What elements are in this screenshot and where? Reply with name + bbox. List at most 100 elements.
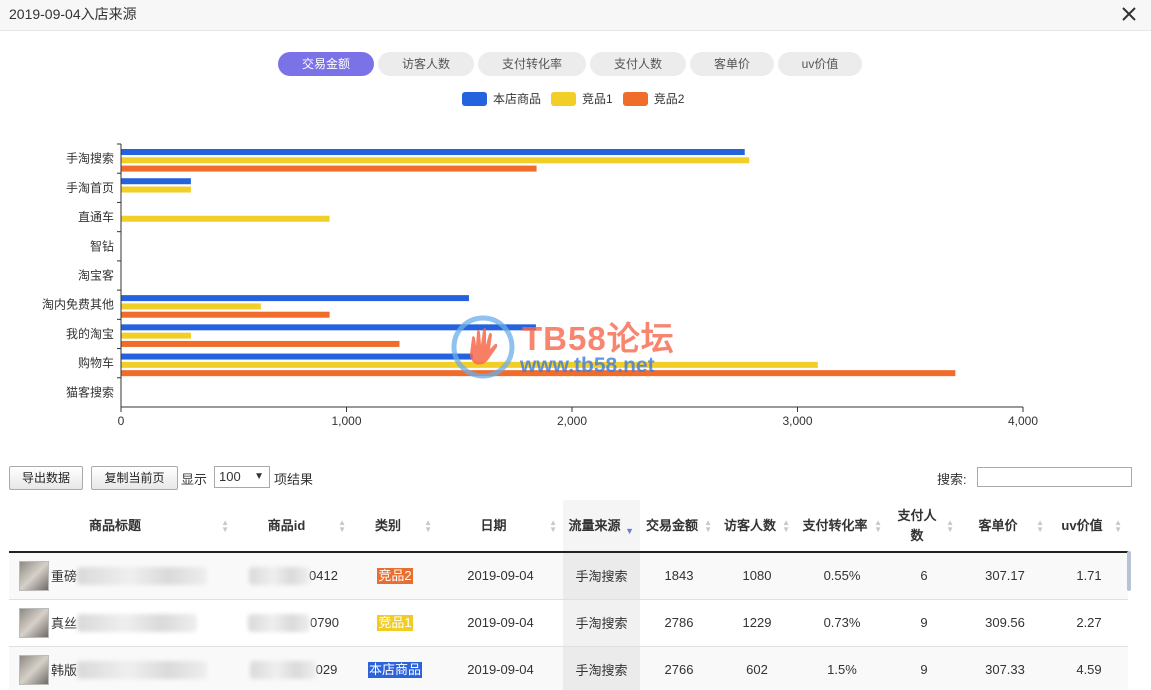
sort-icon: ▲ ▼ [424, 517, 432, 534]
legend-item-comp1[interactable]: 竞品1 [551, 90, 613, 107]
close-icon[interactable] [1119, 4, 1139, 24]
sort-icon: ▲ ▼ [1036, 517, 1044, 534]
th-source[interactable]: 流量来源 ▼ [563, 500, 640, 553]
aov-cell: 309.56 [960, 599, 1050, 647]
table-row[interactable]: 真丝 0790 竞品1 2019-09-04 手淘搜索 2786 1229 0.… [9, 599, 1128, 647]
th-id[interactable]: 商品id ▲ ▼ [235, 500, 352, 553]
legend-item-own[interactable]: 本店商品 [462, 90, 541, 107]
chart-legend: 本店商品 竞品1 竞品2 [462, 90, 694, 107]
th-type-label: 类别 [374, 517, 401, 533]
date-cell: 2019-09-04 [438, 646, 563, 690]
tab-buyers[interactable]: 支付人数 [590, 52, 686, 76]
legend-label-comp2: 竞品2 [653, 92, 685, 106]
table-toolbar: 导出数据 复制当前页 显示 100 ▼ 项结果 搜索: [9, 466, 1132, 490]
visitors-cell: 602 [718, 646, 796, 690]
product-thumbnail[interactable] [19, 560, 49, 591]
product-thumbnail[interactable] [19, 607, 49, 638]
th-source-label: 流量来源 [568, 517, 621, 533]
date-cell: 2019-09-04 [438, 552, 563, 600]
tab-uv-value[interactable]: uv价值 [778, 52, 862, 76]
x-tick-label: 2,000 [557, 414, 587, 428]
uv-cell: 2.27 [1050, 599, 1128, 647]
bar-comp2 [121, 311, 330, 318]
page-size-select[interactable]: 100 ▼ [214, 466, 270, 488]
th-uv[interactable]: uv价值 ▲ ▼ [1050, 500, 1128, 553]
th-type[interactable]: 类别 ▲ ▼ [352, 500, 438, 553]
product-title[interactable]: 韩版 [51, 660, 77, 679]
uv-cell: 1.71 [1050, 552, 1128, 600]
table-scrollbar-thumb[interactable] [1127, 551, 1131, 591]
y-tick-label: 手淘搜索 [66, 151, 114, 166]
th-conversion[interactable]: 支付转化率 ▲ ▼ [796, 500, 888, 553]
sort-icon: ▲ ▼ [874, 517, 882, 534]
bar-comp2 [121, 340, 400, 347]
legend-swatch-comp2 [622, 91, 648, 106]
bar-comp2 [121, 165, 537, 172]
copy-page-button[interactable]: 复制当前页 [91, 466, 178, 490]
y-tick-label: 猫客搜索 [66, 384, 114, 399]
table-row[interactable]: 韩版 029 本店商品 2019-09-04 手淘搜索 2766 602 1.5… [9, 646, 1128, 690]
th-aov[interactable]: 客单价 ▲ ▼ [960, 500, 1050, 553]
bar-own [121, 324, 536, 331]
uv-cell: 4.59 [1050, 646, 1128, 690]
dialog-title: 2019-09-04入店来源 [9, 6, 137, 22]
legend-swatch-comp1 [551, 91, 577, 106]
th-date-label: 日期 [480, 517, 507, 533]
tab-visitors[interactable]: 访客人数 [378, 52, 474, 76]
legend-item-comp2[interactable]: 竞品2 [622, 90, 685, 107]
y-tick-label: 我的淘宝 [66, 326, 114, 341]
tab-conversion-rate[interactable]: 支付转化率 [478, 52, 586, 76]
th-uv-label: uv价值 [1061, 517, 1103, 533]
th-visitors[interactable]: 访客人数 ▲ ▼ [718, 500, 796, 553]
y-tick-label: 智钻 [90, 238, 114, 253]
visitors-cell: 1229 [718, 599, 796, 647]
tab-trade-amount[interactable]: 交易金额 [278, 52, 374, 76]
bar-own [121, 178, 191, 185]
bar-comp1 [121, 332, 191, 339]
sort-icon: ▲ ▼ [549, 517, 557, 534]
bar-comp1 [121, 361, 818, 368]
th-title-label: 商品标题 [88, 517, 141, 533]
th-title[interactable]: 商品标题 ▲ ▼ [9, 500, 235, 553]
tab-avg-order-value[interactable]: 客单价 [690, 52, 774, 76]
dropdown-arrow-icon: ▼ [254, 471, 264, 482]
th-visitors-label: 访客人数 [723, 517, 776, 533]
sort-icon: ▲ ▼ [221, 517, 229, 534]
x-tick-label: 1,000 [331, 414, 361, 428]
conversion-cell: 1.5% [796, 646, 888, 690]
data-table: 商品标题 ▲ ▼ 商品id ▲ ▼ 类别 ▲ ▼ 日期 ▲ ▼ 流量来源 ▼ 交易金额 ▲ ▼ 访客人… [9, 500, 1128, 690]
date-cell: 2019-09-04 [438, 599, 563, 647]
buyers-cell: 6 [888, 552, 960, 600]
sort-icon: ▲ ▼ [946, 517, 954, 534]
legend-swatch-own [462, 91, 487, 106]
source-cell: 手淘搜索 [563, 552, 640, 600]
export-data-button[interactable]: 导出数据 [9, 466, 83, 490]
aov-cell: 307.17 [960, 552, 1050, 600]
y-tick-label: 购物车 [78, 355, 114, 370]
th-date[interactable]: 日期 ▲ ▼ [438, 500, 563, 553]
bar-comp1 [121, 186, 191, 193]
product-id: 0412 [309, 568, 338, 584]
product-title[interactable]: 真丝 [51, 613, 77, 632]
bar-comp1 [121, 157, 750, 164]
search-input[interactable] [977, 467, 1132, 487]
product-thumbnail[interactable] [19, 654, 49, 685]
product-title[interactable]: 重磅 [51, 566, 77, 585]
sort-icon: ▲ ▼ [704, 517, 712, 534]
bar-comp1 [121, 215, 330, 222]
source-cell: 手淘搜索 [563, 646, 640, 690]
search-label: 搜索: [937, 472, 967, 487]
redacted-blur [249, 566, 310, 585]
redacted-blur [77, 566, 208, 585]
amount-cell: 2786 [640, 599, 718, 647]
category-tag: 本店商品 [367, 661, 422, 678]
bar-own [121, 149, 745, 155]
th-buyers[interactable]: 支付人数 ▲ ▼ [888, 500, 960, 553]
source-cell: 手淘搜索 [563, 599, 640, 647]
th-buyers-label: 支付人数 [897, 507, 937, 543]
category-tag: 竞品2 [377, 567, 413, 584]
redacted-blur [77, 660, 208, 679]
table-row[interactable]: 重磅 0412 竞品2 2019-09-04 手淘搜索 1843 1080 0.… [9, 552, 1128, 600]
th-amount[interactable]: 交易金额 ▲ ▼ [640, 500, 718, 553]
th-amount-label: 交易金额 [645, 517, 698, 533]
